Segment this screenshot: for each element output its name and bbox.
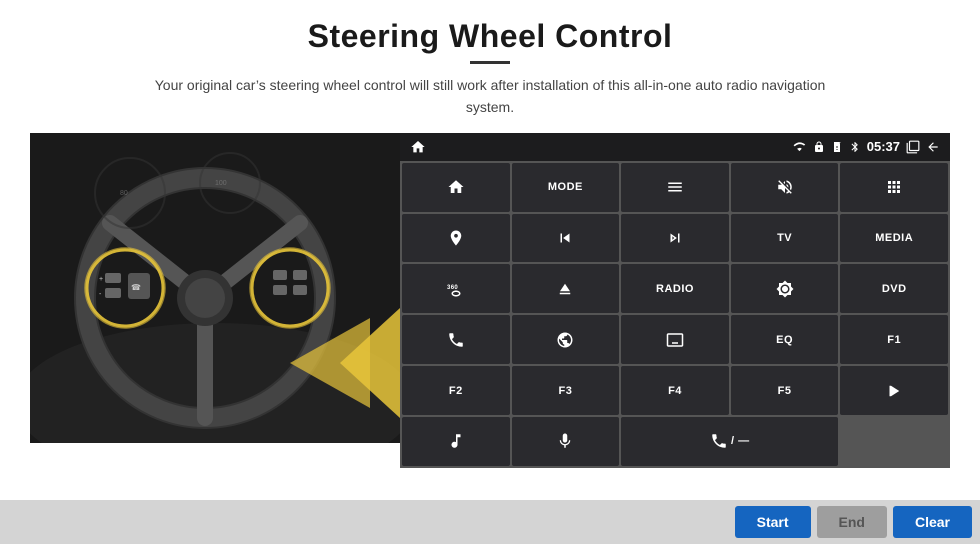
btn-call[interactable]: / — [621,417,838,466]
action-bar: Start End Clear [0,500,980,544]
btn-apps[interactable] [840,163,948,212]
bluetooth-icon [849,141,861,153]
title-section: Steering Wheel Control Your original car… [30,18,950,133]
btn-tv[interactable]: TV [731,214,839,263]
home-status-icon [410,139,426,155]
back-icon [926,140,940,154]
button-grid: MODE TV [400,161,950,468]
btn-screen[interactable] [621,315,729,364]
start-button[interactable]: Start [735,506,811,538]
btn-phone[interactable] [402,315,510,364]
btn-f3[interactable]: F3 [512,366,620,415]
btn-mic[interactable] [512,417,620,466]
status-left [410,139,426,155]
svg-text:360: 360 [447,285,458,291]
btn-mode[interactable]: MODE [512,163,620,212]
btn-gps[interactable] [512,315,620,364]
sim-icon [831,141,843,153]
btn-home[interactable] [402,163,510,212]
subtitle: Your original car’s steering wheel contr… [150,74,830,119]
svg-text:100: 100 [215,180,227,187]
radio-panel: 05:37 MODE [400,133,950,468]
lock-icon [813,141,825,153]
clear-button[interactable]: Clear [893,506,972,538]
btn-radio[interactable]: RADIO [621,264,729,313]
btn-360cam[interactable]: 360 [402,264,510,313]
btn-prev[interactable] [512,214,620,263]
btn-navigate[interactable] [402,214,510,263]
page-wrapper: Steering Wheel Control Your original car… [0,0,980,544]
steering-wheel-image: + - ☎ 80 100 [30,133,400,443]
btn-f5[interactable]: F5 [731,366,839,415]
btn-next[interactable] [621,214,729,263]
status-time: 05:37 [867,139,900,154]
btn-playpause[interactable] [840,366,948,415]
btn-dvd[interactable]: DVD [840,264,948,313]
status-bar: 05:37 [400,133,950,161]
end-button[interactable]: End [817,506,887,538]
status-right: 05:37 [793,139,940,154]
page-title: Steering Wheel Control [30,18,950,55]
wifi-icon [793,140,807,154]
btn-mute[interactable] [731,163,839,212]
btn-f2[interactable]: F2 [402,366,510,415]
btn-f1[interactable]: F1 [840,315,948,364]
screenshot-icon [906,140,920,154]
content-row: + - ☎ 80 100 [30,133,950,468]
svg-text:80: 80 [120,190,128,197]
btn-media[interactable]: MEDIA [840,214,948,263]
btn-eq[interactable]: EQ [731,315,839,364]
btn-eject[interactable] [512,264,620,313]
svg-text:☎: ☎ [131,283,141,292]
btn-music[interactable] [402,417,510,466]
btn-menu[interactable] [621,163,729,212]
btn-brightness[interactable] [731,264,839,313]
title-divider [470,61,510,64]
svg-text:+: + [99,276,103,283]
btn-f4[interactable]: F4 [621,366,729,415]
